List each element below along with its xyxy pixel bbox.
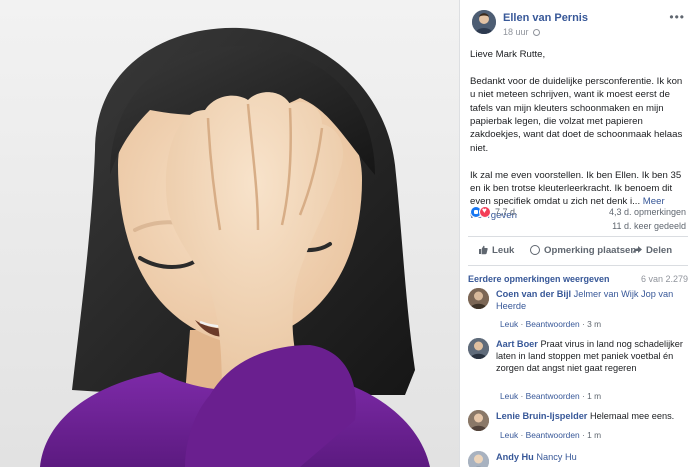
post-stats: 7,7 d. 4,3 d. opmerkingen 11 d. keer ged…	[470, 204, 688, 234]
post-paragraph: Bedankt voor de duidelijke persconferent…	[470, 75, 683, 154]
comment-meta: Leuk · Beantwoorden · 1 m	[500, 430, 602, 440]
divider	[468, 236, 688, 237]
comment-reply-link[interactable]: Beantwoorden	[526, 319, 580, 329]
comment-text: Lenie Bruin-Ijspelder Helemaal mee eens.	[496, 410, 686, 422]
comment-like-link[interactable]: Leuk	[500, 319, 518, 329]
like-label: Leuk	[492, 245, 515, 256]
author-avatar[interactable]	[472, 10, 496, 34]
love-reaction-icon[interactable]	[479, 206, 491, 218]
facebook-post-panel: Ellen van Pernis 18 uur ••• Lieve Mark R…	[459, 0, 694, 467]
commenter-avatar[interactable]	[468, 410, 489, 431]
commenter-avatar[interactable]	[468, 451, 489, 467]
speech-bubble-icon	[530, 245, 540, 255]
post-header: Ellen van Pernis 18 uur •••	[472, 10, 687, 40]
public-globe-icon	[532, 29, 540, 36]
facepalm-emoji-image	[0, 0, 459, 467]
comment-time[interactable]: 3 m	[587, 319, 601, 329]
comment-count[interactable]: 4,3 d. opmerkingen	[609, 207, 686, 217]
commenter-avatar[interactable]	[468, 288, 489, 309]
comment-like-link[interactable]: Leuk	[500, 391, 518, 401]
share-label: Delen	[646, 245, 673, 256]
reaction-count[interactable]: 7,7 d.	[495, 207, 518, 217]
comment-reply-link[interactable]: Beantwoorden	[526, 430, 580, 440]
commenter-avatar[interactable]	[468, 338, 489, 359]
share-arrow-icon	[632, 246, 642, 254]
tagged-people[interactable]: Nancy Hu	[536, 452, 576, 462]
comment-time[interactable]: 1 m	[587, 391, 601, 401]
comment-time[interactable]: 1 m	[587, 430, 601, 440]
comment-body: Helemaal mee eens.	[589, 411, 675, 421]
commenter-name[interactable]: Lenie Bruin-Ijspelder	[496, 411, 587, 421]
comment-reply-link[interactable]: Beantwoorden	[526, 391, 580, 401]
comment-label: Opmerking plaatsen	[544, 245, 637, 256]
divider	[468, 265, 688, 266]
ellipsis-icon[interactable]: •••	[669, 10, 685, 24]
post-paragraph: Lieve Mark Rutte,	[470, 49, 546, 60]
comment-text: Coen van der Bijl Jelmer van Wijk Jop va…	[496, 288, 686, 312]
comment-button[interactable]: Opmerking plaatsen	[530, 245, 636, 256]
comment-like-link[interactable]: Leuk	[500, 430, 518, 440]
share-button[interactable]: Delen	[632, 245, 672, 256]
comment-text: Aart Boer Praat virus in land nog schade…	[496, 338, 686, 374]
comment-text: Andy Hu Nancy Hu	[496, 451, 686, 463]
comment-meta: Leuk · Beantwoorden · 3 m	[500, 319, 602, 329]
woman-facepalming-illustration	[0, 0, 459, 467]
thumbs-up-icon	[479, 245, 488, 255]
commenter-name[interactable]: Andy Hu	[496, 452, 534, 462]
comments-count: 6 van 2.279	[640, 274, 688, 284]
commenter-name[interactable]: Coen van der Bijl	[496, 289, 571, 299]
previous-comments-link[interactable]: Eerdere opmerkingen weergeven	[468, 274, 610, 284]
post-timestamp[interactable]: 18 uur	[503, 27, 540, 37]
timestamp-text[interactable]: 18 uur	[503, 27, 529, 37]
like-button[interactable]: Leuk	[478, 245, 514, 256]
commenter-name[interactable]: Aart Boer	[496, 339, 538, 349]
post-actions: Leuk Opmerking plaatsen Delen	[468, 240, 688, 264]
author-name[interactable]: Ellen van Pernis	[503, 12, 588, 24]
comment-meta: Leuk · Beantwoorden · 1 m	[500, 391, 602, 401]
share-count[interactable]: 11 d. keer gedeeld	[612, 221, 686, 231]
